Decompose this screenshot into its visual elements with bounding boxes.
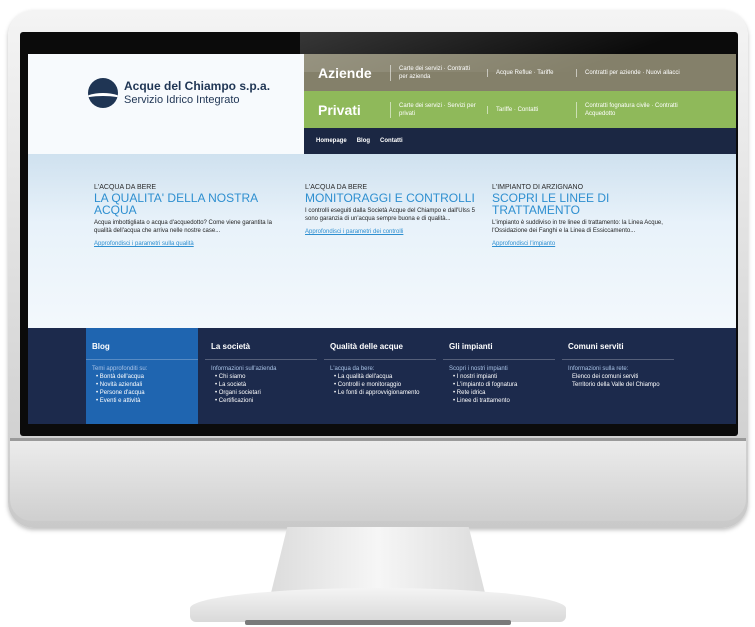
monitor-stand-base-edge <box>245 620 511 625</box>
nav-aziende-links-1[interactable]: Carte dei servizi · Contratti per aziend… <box>390 64 487 81</box>
nav-privati-links-1[interactable]: Carte dei servizi · Servizi per privati <box>390 101 487 118</box>
footer-link[interactable]: • I nostri impianti <box>453 373 555 381</box>
nav-privati-links-3[interactable]: Contratti fognatura civile · Contratti A… <box>576 101 703 118</box>
footer-link[interactable]: • Novità aziendali <box>96 381 198 389</box>
footer-link[interactable]: • Le fonti di approvvigionamento <box>334 389 436 397</box>
footer-link[interactable]: Elenco dei comuni serviti <box>572 373 674 381</box>
footer-link[interactable]: • Controlli e monitoraggio <box>334 381 436 389</box>
hero-article: L'ACQUA DA BERE MONITORAGGI E CONTROLLI … <box>305 184 485 235</box>
footer-intro: Informazioni sull'azienda <box>211 366 277 372</box>
footer-intro: Temi approfonditi su: <box>92 366 148 372</box>
footer-heading[interactable]: Qualità delle acque <box>324 328 436 360</box>
subnav-blog-link[interactable]: Blog <box>357 138 370 144</box>
hero-kicker: L'ACQUA DA BERE <box>94 184 157 191</box>
subnav-contatti-link[interactable]: Contatti <box>380 138 403 144</box>
nav-aziende-title[interactable]: Aziende <box>304 65 390 81</box>
footer-link[interactable]: Territorio della Valle del Chiampo <box>572 381 674 389</box>
footer-link[interactable]: • L'impianto di fognatura <box>453 381 555 389</box>
hero-title[interactable]: MONITORAGGI E CONTROLLI <box>305 192 485 204</box>
secondary-nav: Homepage Blog Contatti <box>304 128 736 154</box>
hero-article: L'ACQUA DA BERE LA QUALITA' DELLA NOSTRA… <box>94 184 274 247</box>
hero-read-more-link[interactable]: Approfondisci i parametri dei controlli <box>305 229 485 235</box>
hero-body: I controlli eseguiti dalla Società Acque… <box>305 208 475 222</box>
footer-column-impianti: Gli impianti Scopri i nostri impianti • … <box>443 328 555 424</box>
footer-link[interactable]: • Chi siamo <box>215 373 317 381</box>
footer-link[interactable]: • Organi societari <box>215 389 317 397</box>
water-drop-logo-icon <box>88 78 118 108</box>
hero-read-more-link[interactable]: Approfondisci l'impianto <box>492 241 672 247</box>
hero-article: L'IMPIANTO DI ARZIGNANO SCOPRI LE LINEE … <box>492 184 672 247</box>
hero-title[interactable]: SCOPRI LE LINEE DI TRATTAMENTO <box>492 192 672 216</box>
footer-heading[interactable]: Gli impianti <box>443 328 555 360</box>
monitor-stand-base <box>190 588 566 622</box>
footer-intro: Informazioni sulla rete: <box>568 366 629 372</box>
footer-nav: Blog Temi approfonditi su: • Bontà dell'… <box>28 328 736 424</box>
footer-link[interactable]: • La società <box>215 381 317 389</box>
footer-link[interactable]: • Linee di trattamento <box>453 397 555 405</box>
website-screen: Acque del Chiampo s.p.a. Servizio Idrico… <box>28 54 736 424</box>
footer-heading[interactable]: La società <box>205 328 317 360</box>
monitor-stand-neck <box>270 527 486 597</box>
hero-section: L'ACQUA DA BERE LA QUALITA' DELLA NOSTRA… <box>28 154 736 328</box>
footer-heading[interactable]: Comuni serviti <box>562 328 674 360</box>
nav-aziende-links-3[interactable]: Contratti per aziende · Nuovi allacci <box>576 68 703 77</box>
hero-title[interactable]: LA QUALITA' DELLA NOSTRA ACQUA <box>94 192 274 216</box>
site-logo[interactable]: Acque del Chiampo s.p.a. Servizio Idrico… <box>88 78 270 108</box>
nav-privati: Privati Carte dei servizi · Servizi per … <box>304 91 736 128</box>
hero-kicker: L'ACQUA DA BERE <box>305 184 368 191</box>
footer-intro: L'acqua da bere: <box>330 366 375 372</box>
footer-link[interactable]: • Persone d'acqua <box>96 389 198 397</box>
footer-intro: Scopri i nostri impianti <box>449 366 508 372</box>
logo-company-name: Acque del Chiampo s.p.a. <box>124 79 271 93</box>
nav-privati-title[interactable]: Privati <box>304 102 390 118</box>
footer-link[interactable]: • La qualità dell'acqua <box>334 373 436 381</box>
footer-link[interactable]: • Rete idrica <box>453 389 555 397</box>
footer-heading[interactable]: Blog <box>86 328 198 360</box>
footer-link[interactable]: • Eventi e attività <box>96 397 198 405</box>
logo-tagline: Servizio Idrico Integrato <box>124 94 240 106</box>
nav-aziende: Aziende Carte dei servizi · Contratti pe… <box>304 54 736 91</box>
hero-kicker: L'IMPIANTO DI ARZIGNANO <box>492 184 584 191</box>
nav-aziende-links-2[interactable]: Acque Reflue · Tariffe <box>487 68 576 77</box>
nav-privati-links-2[interactable]: Tariffe · Contatti <box>487 105 576 114</box>
footer-column-qualita: Qualità delle acque L'acqua da bere: • L… <box>324 328 436 424</box>
footer-column-comuni: Comuni serviti Informazioni sulla rete: … <box>562 328 674 424</box>
footer-link[interactable]: • Certificazioni <box>215 397 317 405</box>
hero-body: L'impianto è suddiviso in tre linee di t… <box>492 220 663 234</box>
monitor-chin <box>10 441 746 521</box>
footer-column-blog: Blog Temi approfonditi su: • Bontà dell'… <box>86 328 198 424</box>
subnav-homepage-link[interactable]: Homepage <box>316 138 347 144</box>
footer-link[interactable]: • Bontà dell'acqua <box>96 373 198 381</box>
hero-body: Acqua imbottigliata o acqua d'acquedotto… <box>94 220 272 234</box>
footer-column-societa: La società Informazioni sull'azienda • C… <box>205 328 317 424</box>
hero-read-more-link[interactable]: Approfondisci i parametri sulla qualità <box>94 241 274 247</box>
